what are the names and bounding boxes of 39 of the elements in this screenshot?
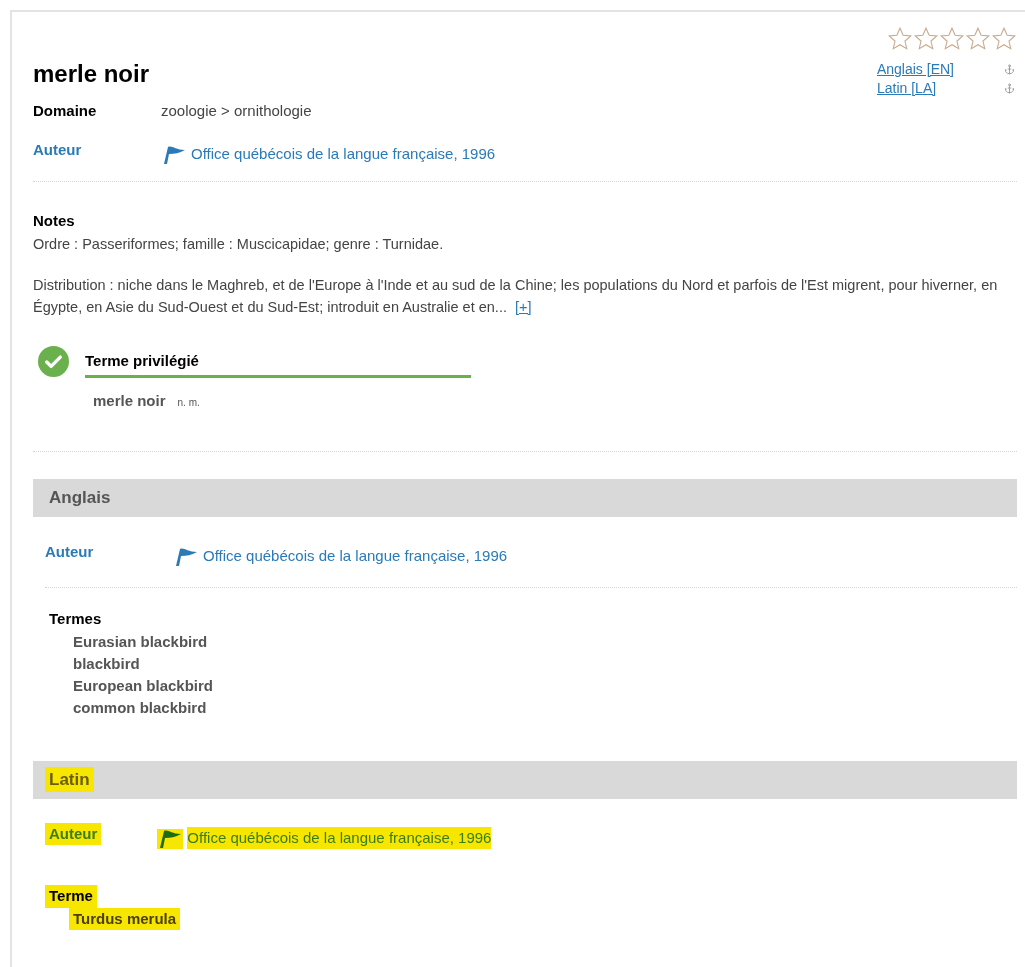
author-label: Auteur xyxy=(45,822,102,845)
terms-label: Termes xyxy=(48,609,103,629)
preferred-term-heading: Terme privilégié xyxy=(85,349,471,378)
term-text: Turdus merula xyxy=(69,907,181,930)
preferred-term: merle noir xyxy=(93,391,166,411)
anchor-icon[interactable] xyxy=(1004,83,1015,94)
author-label: Auteur xyxy=(33,139,83,160)
empty-star-icon[interactable] xyxy=(939,26,965,52)
expand-link[interactable]: [+] xyxy=(515,298,532,315)
flag-icon xyxy=(161,145,187,165)
language-link[interactable]: Latin [LA] xyxy=(876,79,937,98)
empty-star-icon[interactable] xyxy=(965,26,991,52)
section-heading: Latin xyxy=(45,766,94,793)
note-paragraph: Ordre : Passeriformes; famille : Muscicapidae; genre : Turnidae. xyxy=(33,234,445,254)
term-text: blackbird xyxy=(72,653,141,674)
domain-value: zoologie > ornithologie xyxy=(161,101,312,121)
entry-title: merle noir xyxy=(33,59,151,89)
grammar-label: n. m. xyxy=(177,396,200,410)
term-text: European blackbird xyxy=(72,675,215,696)
language-link[interactable]: Anglais [EN] xyxy=(876,60,954,79)
anchor-icon[interactable] xyxy=(1004,64,1015,75)
term-text: Eurasian blackbird xyxy=(72,631,209,652)
author-label: Auteur xyxy=(45,541,95,562)
author-link[interactable]: Office québécois de la langue française, 1996 xyxy=(191,142,496,165)
note-paragraph: Distribution : niche dans le Maghreb, et de l'Europe à l'Inde et au sud de la Chine; les populations du Nord et parfois de l'Est migrent, pour hiverner, en Égypte, en Asie du Sud-Ouest et du Sud-Est; introduit en Australie et en... [+] xyxy=(33,275,999,317)
check-circle-icon xyxy=(38,345,69,377)
term-text: common blackbird xyxy=(72,697,208,718)
empty-star-icon[interactable] xyxy=(991,26,1017,52)
flag-icon xyxy=(173,547,199,567)
empty-star-icon[interactable] xyxy=(913,26,939,52)
domain-label: Domaine xyxy=(33,101,98,121)
star-rating[interactable] xyxy=(887,26,1017,52)
flag-icon xyxy=(157,829,184,849)
notes-label: Notes xyxy=(33,211,76,231)
author-link[interactable]: Office québécois de la langue française, 1996 xyxy=(203,544,508,567)
empty-star-icon[interactable] xyxy=(887,26,913,52)
author-link[interactable]: Office québécois de la langue française, 1996 xyxy=(187,826,492,849)
terms-label: Terme xyxy=(45,885,97,908)
section-heading: Anglais xyxy=(48,486,112,509)
